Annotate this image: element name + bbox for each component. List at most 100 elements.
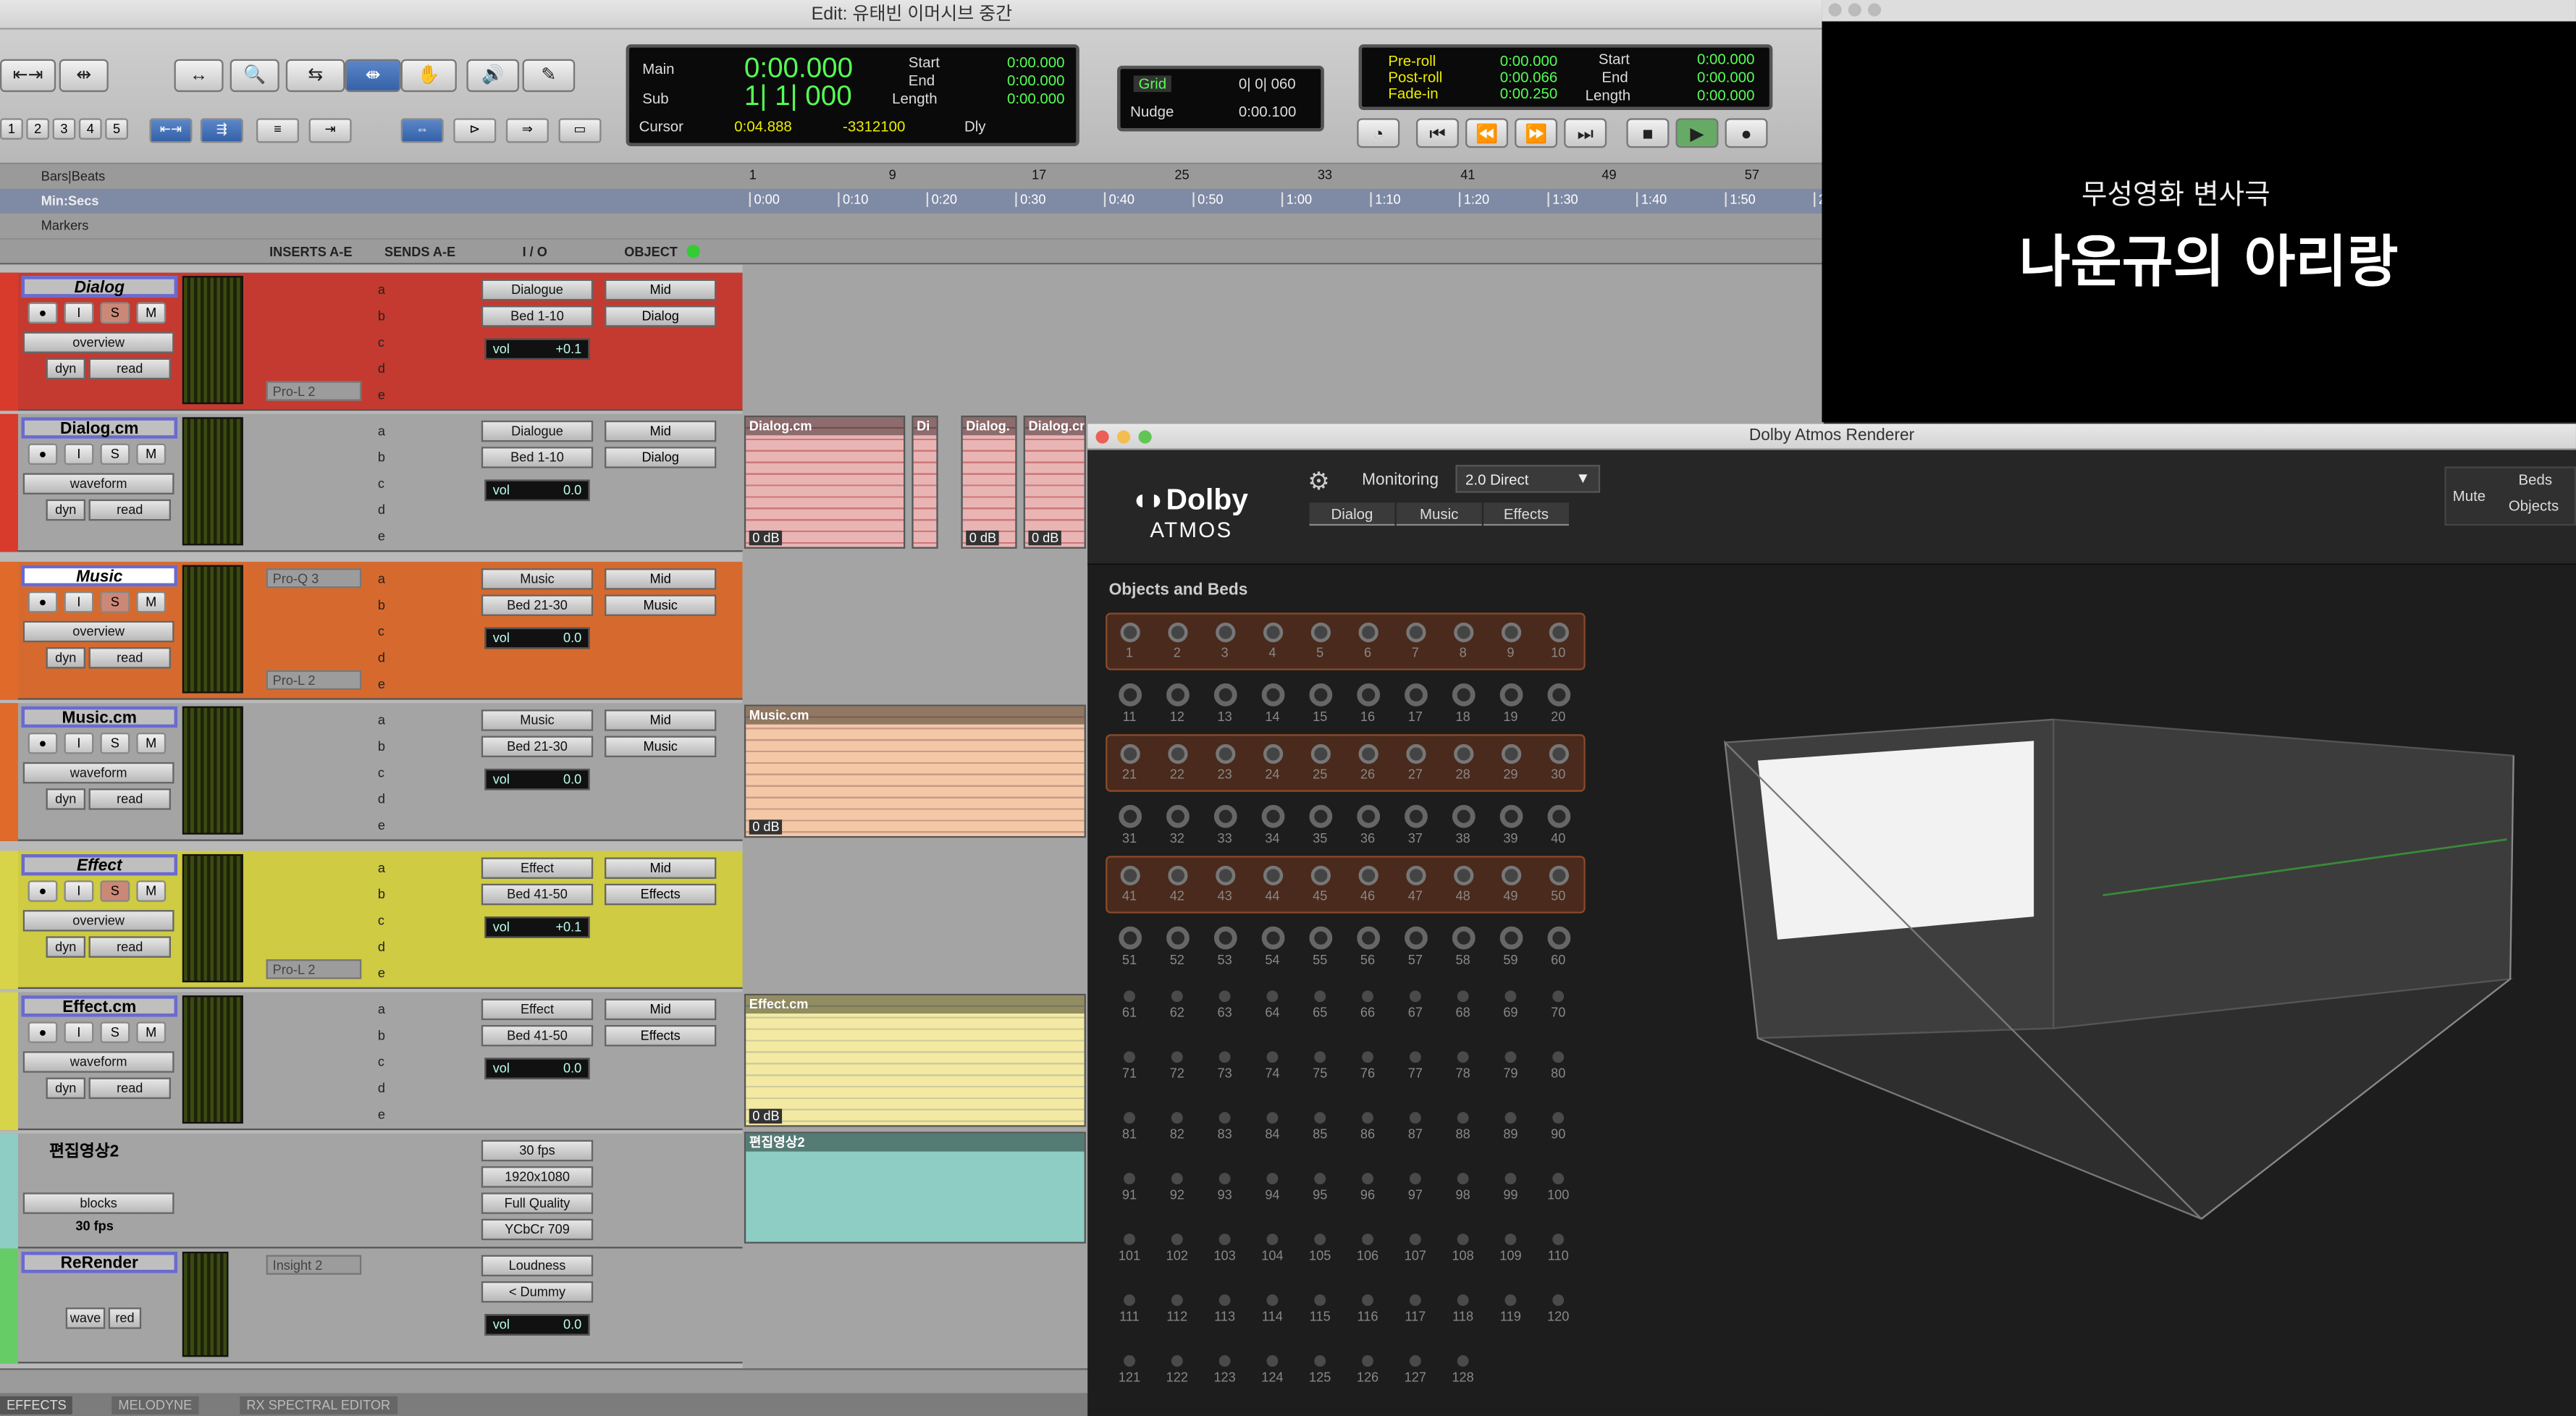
track-view-select[interactable]: waveform [22,762,174,784]
automation-mode-select[interactable]: read [88,647,171,669]
object-bus-select[interactable]: Effects [605,1024,717,1047]
object-95[interactable]: 95 [1296,1163,1344,1221]
postroll-label[interactable]: Post-roll [1388,69,1442,85]
monitoring-select[interactable]: 2.0 Direct ▼ [1455,465,1601,493]
trim-tool[interactable]: ⇆ [285,59,345,93]
object-88[interactable]: 88 [1439,1103,1487,1160]
nudge-value[interactable]: 0:00.100 [1239,104,1297,120]
send-slot-d[interactable]: d [378,361,385,376]
object-bus-select[interactable]: Dialog [605,447,717,468]
object-108[interactable]: 108 [1439,1223,1487,1281]
solo-button[interactable]: S [100,302,130,324]
object-117[interactable]: 117 [1392,1284,1439,1341]
record-button[interactable]: ● [28,733,58,754]
object-45[interactable]: 45 [1296,859,1344,916]
rewind-button[interactable]: ⏪ [1465,118,1509,148]
track-music-cm[interactable]: Music.cm ● I S Mwaveform dyn read a b c d e Music Bed… [0,703,743,841]
track-name[interactable]: Effect [21,854,178,876]
object-28[interactable]: 28 [1439,738,1487,795]
object-63[interactable]: 63 [1201,981,1249,1038]
volume-control[interactable]: vol +0.1 [484,338,590,360]
pencil-tool[interactable]: ✎ [522,59,576,93]
tab-music[interactable]: Music [1396,502,1482,526]
send-slot-c[interactable]: c [378,765,384,780]
object-40[interactable]: 40 [1534,798,1582,856]
dyn-button[interactable]: dyn [46,499,85,521]
object-43[interactable]: 43 [1201,859,1249,916]
grid-label[interactable]: Grid [1133,75,1171,93]
send-slot-d[interactable]: d [378,502,385,517]
object-30[interactable]: 30 [1534,738,1582,795]
object-20[interactable]: 20 [1534,677,1582,734]
automation-mode-select[interactable]: read [88,499,171,521]
object-31[interactable]: 31 [1106,798,1153,856]
object-54[interactable]: 54 [1249,920,1297,977]
object-46[interactable]: 46 [1344,859,1392,916]
fast-forward-button[interactable]: ⏩ [1515,118,1558,148]
magnify-icon[interactable]: 🔍 [230,59,279,93]
object-96[interactable]: 96 [1344,1163,1392,1221]
object-52[interactable]: 52 [1153,920,1201,977]
object-13[interactable]: 13 [1201,677,1249,734]
send-slot-e[interactable]: e [378,388,385,403]
object-bus-select[interactable]: Dialog [605,305,717,327]
tab-rx-spectral-editor[interactable]: RX SPECTRAL EDITOR [240,1396,397,1415]
object-35[interactable]: 35 [1296,798,1344,856]
automation-mode-select[interactable]: red [108,1307,142,1329]
object-47[interactable]: 47 [1392,859,1439,916]
send-slot-d[interactable]: d [378,651,385,665]
input-button[interactable]: I [64,733,94,754]
tab-effects[interactable]: Effects [1483,502,1569,526]
solo-button[interactable]: S [100,443,130,465]
object-mode-select[interactable]: Mid [605,279,717,301]
object-122[interactable]: 122 [1153,1345,1201,1402]
video-quality-select[interactable]: Full Quality [481,1192,594,1214]
send-slot-b[interactable]: b [378,598,385,612]
insert-slot-a[interactable]: Pro-Q 3 [266,568,362,589]
automation-mode-select[interactable]: read [88,936,171,958]
volume-control[interactable]: vol 0.0 [484,479,590,502]
object-67[interactable]: 67 [1392,981,1439,1038]
send-slot-b[interactable]: b [378,309,385,324]
object-56[interactable]: 56 [1344,920,1392,977]
volume-control[interactable]: vol 0.0 [484,627,590,649]
object-84[interactable]: 84 [1249,1103,1297,1160]
input-select[interactable]: Loudness [481,1255,594,1277]
object-94[interactable]: 94 [1249,1163,1297,1221]
object-125[interactable]: 125 [1296,1345,1344,1402]
track-view-select[interactable]: overview [22,620,174,643]
send-slot-b[interactable]: b [378,1028,385,1042]
send-slot-b[interactable]: b [378,887,385,901]
object-79[interactable]: 79 [1487,1042,1535,1099]
object-92[interactable]: 92 [1153,1163,1201,1221]
dyn-button[interactable]: dyn [46,788,85,810]
track-name[interactable]: Effect.cm [21,995,178,1017]
solo-button[interactable]: S [100,1021,130,1043]
input-button[interactable]: I [64,443,94,465]
input-button[interactable]: I [64,302,94,324]
video-res-select[interactable]: 1920x1080 [481,1166,594,1188]
object-11[interactable]: 11 [1106,677,1153,734]
object-103[interactable]: 103 [1201,1223,1249,1281]
volume-control[interactable]: vol 0.0 [484,1058,590,1079]
object-39[interactable]: 39 [1487,798,1535,856]
zoom-preset-1[interactable]: 1 [0,118,23,140]
object-9[interactable]: 9 [1487,616,1535,673]
object-18[interactable]: 18 [1439,677,1487,734]
object-mode-select[interactable]: Mid [605,998,717,1021]
marker-button[interactable]: ⊳ [453,118,497,143]
zoom-preset-2[interactable]: 2 [26,118,50,140]
object-16[interactable]: 16 [1344,677,1392,734]
send-slot-a[interactable]: a [378,282,385,297]
object-69[interactable]: 69 [1487,981,1535,1038]
object-89[interactable]: 89 [1487,1103,1535,1160]
object-112[interactable]: 112 [1153,1284,1201,1341]
grid-value[interactable]: 0| 0| 060 [1239,75,1296,92]
track-name[interactable]: Dialog [21,276,178,298]
object-76[interactable]: 76 [1344,1042,1392,1099]
close-icon[interactable] [1828,3,1842,17]
object-66[interactable]: 66 [1344,981,1392,1038]
preroll-label[interactable]: Pre-roll [1388,53,1436,69]
dyn-button[interactable]: dyn [46,358,85,380]
link-timeline-button[interactable]: ⇤⇥ [149,118,193,143]
